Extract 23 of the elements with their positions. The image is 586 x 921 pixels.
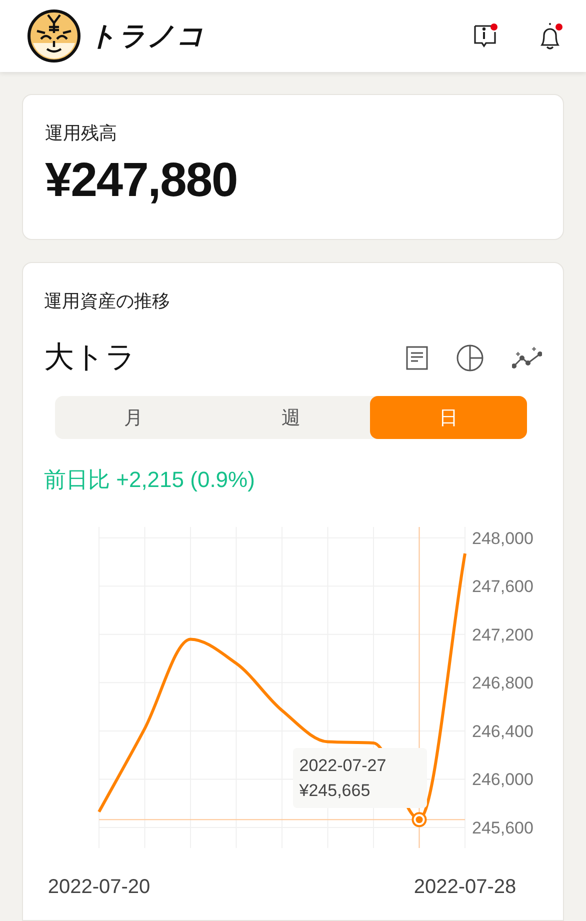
axis-tick-label: 246,800 <box>472 674 534 693</box>
balance-amount: ¥247,880 <box>45 153 238 208</box>
date-label: 2022-07-20 <box>48 876 150 897</box>
period-tab[interactable]: 月 <box>55 396 212 439</box>
period-tab[interactable]: 週 <box>212 396 370 439</box>
sparkle-line-icon[interactable] <box>512 346 542 370</box>
axis-tick-label: 248,000 <box>472 528 534 548</box>
pie-chart-icon[interactable] <box>456 344 484 372</box>
axis-tick-label: 246,000 <box>472 770 534 790</box>
selected-point <box>412 812 427 828</box>
axis-tick-label: 247,200 <box>472 625 534 644</box>
axis-tick-label: 246,400 <box>472 722 534 741</box>
fund-name: 大トラ <box>44 340 137 376</box>
document-icon[interactable] <box>406 346 428 370</box>
date-label: 2022-07-28 <box>414 876 516 897</box>
app-logo-text: トラノコ <box>89 20 205 53</box>
balance-label: 運用残高 <box>45 122 117 145</box>
section-title: 運用資産の推移 <box>44 290 171 313</box>
daily-change: 前日比 +2,215 (0.9%) <box>44 466 255 494</box>
chart-tooltip: 2022-07-27 ¥245,665 <box>293 748 428 808</box>
tiger-logo-icon <box>27 9 81 63</box>
axis-tick-label: 247,600 <box>472 577 534 596</box>
axis-tick-label: 245,600 <box>472 818 534 838</box>
